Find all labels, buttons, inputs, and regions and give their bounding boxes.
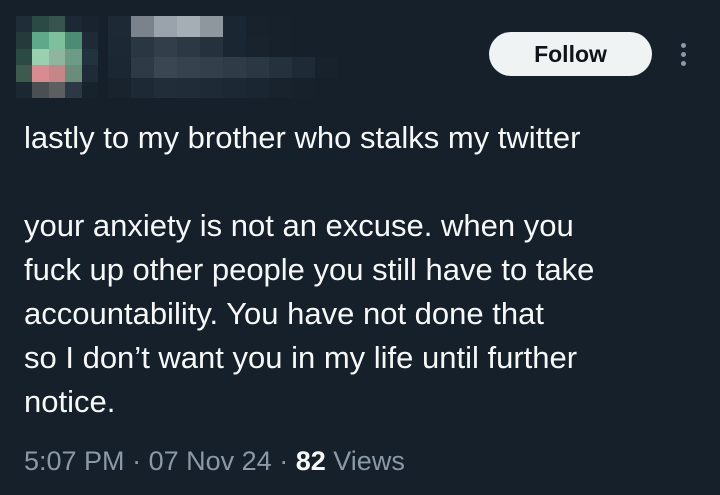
more-options-icon[interactable]: [670, 36, 696, 72]
more-dot: [680, 51, 686, 57]
tweet-date[interactable]: 07 Nov 24: [149, 446, 272, 476]
views-label: Views: [333, 446, 405, 476]
tweet-card: Follow lastly to my brother who stalks m…: [0, 0, 720, 495]
tweet-text: lastly to my brother who stalks my twitt…: [24, 116, 704, 424]
views-count: 82: [295, 446, 326, 476]
tweet-metadata: 5:07 PM · 07 Nov 24 · 82 Views: [24, 446, 405, 477]
tweet-line: accountability. You have not done that: [24, 296, 544, 331]
more-dot: [680, 42, 686, 48]
tweet-line: fuck up other people you still have to t…: [24, 252, 595, 287]
follow-button[interactable]: Follow: [489, 32, 652, 76]
tweet-time[interactable]: 5:07 PM: [24, 446, 125, 476]
tweet-line: lastly to my brother who stalks my twitt…: [24, 120, 581, 155]
avatar[interactable]: [16, 16, 98, 98]
meta-separator: ·: [132, 446, 142, 476]
more-dot: [680, 60, 686, 66]
meta-separator: ·: [279, 446, 289, 476]
tweet-line: your anxiety is not an excuse. when you: [24, 208, 574, 243]
blurred-username: [108, 16, 338, 98]
tweet-line: so I don’t want you in my life until fur…: [24, 340, 578, 375]
tweet-line: notice.: [24, 384, 116, 419]
